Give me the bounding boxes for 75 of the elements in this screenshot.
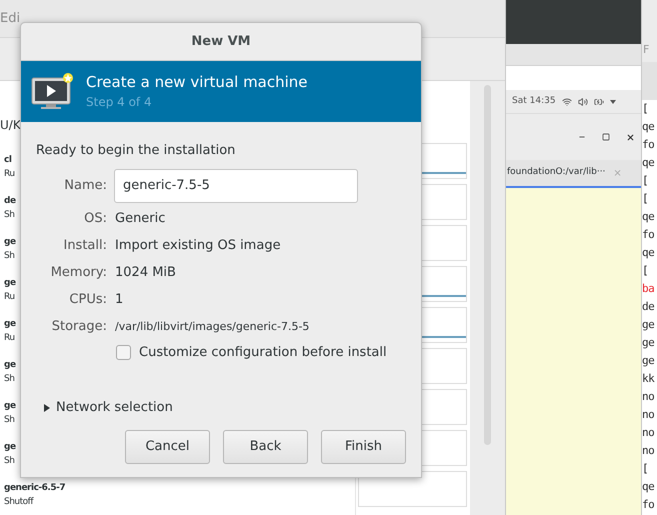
terminal-line: ge	[642, 353, 656, 369]
battery-icon[interactable]	[594, 96, 604, 106]
terminal-line: qe	[642, 155, 656, 171]
close-icon[interactable]	[626, 132, 635, 142]
terminal-line: qe	[642, 245, 656, 261]
network-expander[interactable]: Network selection	[44, 398, 173, 418]
vm-name[interactable]: ge	[4, 234, 16, 248]
checkbox-label: Customize configuration before install	[139, 344, 387, 362]
terminal-line: kk	[642, 371, 656, 387]
field-label: CPUs:	[68, 291, 107, 310]
name-field[interactable]: generic-7.5-5	[114, 168, 358, 202]
vm-status: Sh	[4, 372, 14, 386]
field-label: Name:	[63, 176, 107, 195]
vm-name[interactable]: cl	[4, 152, 12, 166]
vm-name[interactable]: ge	[4, 440, 16, 454]
terminal-line: fo	[642, 497, 656, 513]
vm-name[interactable]: ge	[4, 358, 16, 372]
field-label: Storage:	[50, 318, 107, 336]
terminal-line: qe	[642, 119, 656, 135]
field-value: Import existing OS image	[115, 237, 281, 256]
checkbox[interactable]	[116, 344, 131, 360]
vm-status: Sh	[4, 414, 14, 426]
terminal-line: no	[642, 407, 656, 423]
window-title: New VM	[191, 32, 251, 51]
dialog-button[interactable]: Cancel	[125, 430, 210, 464]
wifi-icon[interactable]	[562, 96, 572, 106]
dialog-button[interactable]: Back	[223, 430, 308, 464]
terminal-line: no	[642, 425, 656, 441]
volume-icon[interactable]	[578, 96, 588, 106]
terminal-line: fo	[642, 227, 656, 243]
field-value: 1024 MiB	[115, 264, 176, 282]
tab-title: foundationO:/var/lib···	[507, 166, 606, 180]
terminal-line: [	[642, 263, 650, 279]
terminal-line: no	[642, 389, 656, 405]
terminal-line: [	[642, 101, 650, 117]
vm-name[interactable]: ge	[4, 316, 16, 330]
terminal-line: ba	[642, 281, 656, 297]
vm-name[interactable]: de	[4, 194, 16, 208]
terminal-line: [	[642, 173, 650, 189]
vm-status: Ru	[4, 332, 15, 344]
vm-name[interactable]: ge	[4, 398, 16, 412]
banner-heading: Create a new virtual machine	[86, 72, 308, 92]
terminal-line: [	[642, 191, 650, 207]
terminal-line: qe	[642, 479, 656, 495]
vm-name[interactable]: generic-6.5-7	[4, 480, 66, 494]
terminal-line: [	[642, 461, 650, 477]
terminal-line: no	[642, 443, 656, 459]
dialog-button[interactable]: Finish	[321, 430, 406, 464]
maximize-icon[interactable]	[602, 133, 610, 141]
field-label: Memory:	[50, 264, 107, 282]
editor-tab[interactable]: foundationO:/var/lib··· ×	[506, 160, 641, 188]
vm-status: Ru	[4, 168, 15, 180]
vm-status: Sh	[4, 250, 14, 262]
field-value: /var/lib/libvirt/images/generic-7.5-5	[115, 318, 310, 335]
terminal-line: fo	[642, 137, 656, 153]
vm-status: Ru	[4, 290, 15, 304]
terminal-line: qe	[642, 209, 656, 225]
vm-name[interactable]: ge	[4, 276, 16, 290]
vm-status: Shutoff	[4, 496, 33, 508]
terminal-line: ge	[642, 335, 656, 351]
caret-icon[interactable]	[610, 100, 616, 104]
monitor-play-icon	[30, 72, 74, 112]
terminal-line: ge	[642, 317, 656, 333]
field-value: 1	[115, 291, 124, 310]
banner-step: Step 4 of 4	[86, 92, 308, 112]
clock[interactable]: Sat 14:35	[512, 94, 556, 108]
field-label: Install:	[62, 237, 107, 256]
intro-text: Ready to begin the installation	[36, 142, 236, 160]
terminal-line: de	[642, 299, 656, 315]
vm-status: Sh	[4, 454, 14, 468]
vm-status: Sh	[4, 208, 14, 222]
terminal-title: F	[643, 42, 650, 58]
field-label: OS:	[83, 210, 107, 228]
connection-label: U/K	[0, 118, 22, 132]
field-value: Generic	[115, 210, 166, 228]
